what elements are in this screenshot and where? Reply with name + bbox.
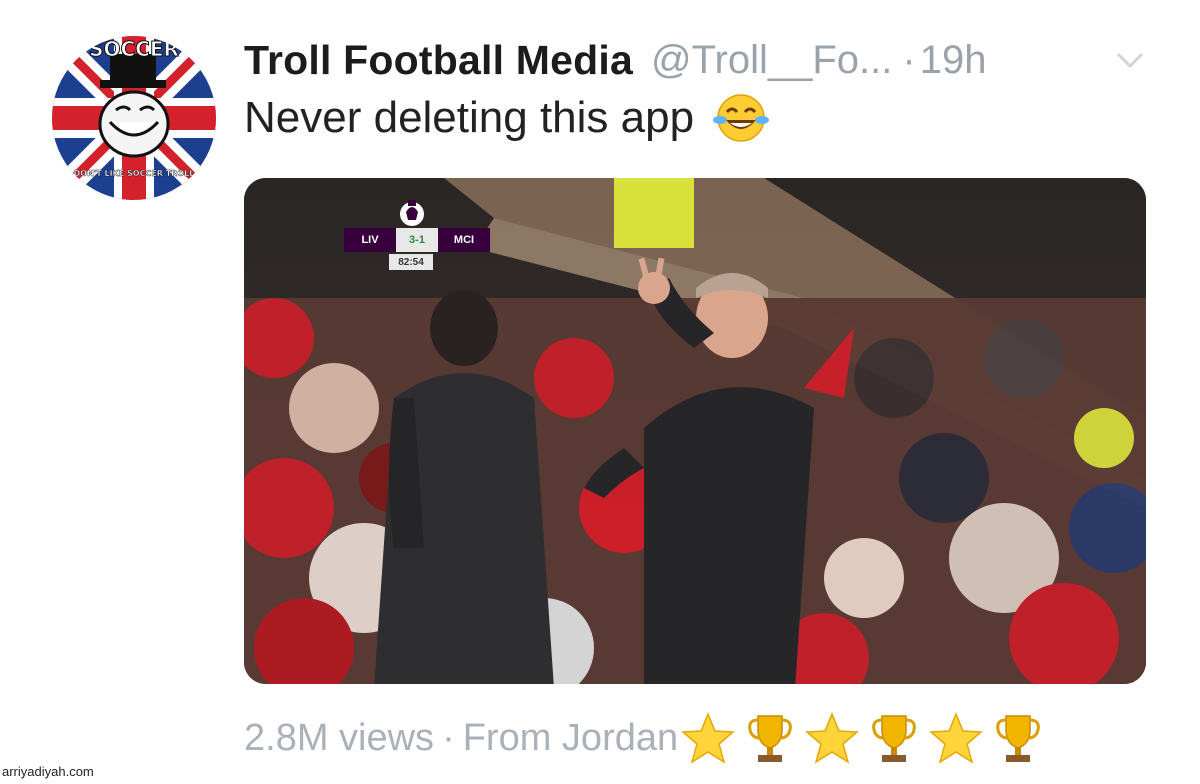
star-icon <box>805 712 860 764</box>
star-icon <box>681 712 736 764</box>
tweet-footer: 2.8M views · From Jordan <box>244 708 1052 768</box>
display-name[interactable]: Troll Football Media <box>244 37 633 84</box>
home-team: LIV <box>344 228 396 252</box>
face-with-tears-of-joy-icon <box>713 94 770 142</box>
trophy-icon <box>996 715 1040 762</box>
header-separator: · <box>902 37 916 82</box>
timestamp[interactable]: 19h <box>920 38 987 83</box>
chevron-down-icon[interactable] <box>1112 42 1148 78</box>
star-icon <box>929 712 984 764</box>
tweet-body: Never deleting this app <box>244 93 695 142</box>
footer-separator: · <box>442 716 455 759</box>
emoji-row <box>680 710 1052 766</box>
user-handle[interactable]: @Troll__Fo... <box>651 38 892 83</box>
match-clock: 82:54 <box>389 254 433 270</box>
view-count: 2.8M views <box>244 716 435 759</box>
video-frame <box>244 178 1146 684</box>
trophy-icon <box>872 715 916 762</box>
tweet-header: Troll Football Media @Troll__Fo... · 19h <box>244 30 1164 90</box>
union-jack-troll-logo: SOCCER DON'T LIKE SOCCER TROLL <box>52 36 216 200</box>
svg-text:SOCCER: SOCCER <box>89 37 179 61</box>
scorebug: LIV 3-1 MCI <box>344 228 490 252</box>
match-score: 3-1 <box>396 228 438 252</box>
source-watermark: arriyadiyah.com <box>2 764 94 779</box>
location-text: From Jordan <box>462 716 679 759</box>
avatar[interactable]: SOCCER DON'T LIKE SOCCER TROLL <box>52 36 216 200</box>
video-media[interactable]: LIV 3-1 MCI 82:54 <box>244 178 1146 684</box>
trophy-icon <box>748 715 792 762</box>
away-team: MCI <box>438 228 490 252</box>
svg-text:DON'T LIKE SOCCER TROLL: DON'T LIKE SOCCER TROLL <box>74 169 195 178</box>
tweet-text: Never deleting this app <box>244 92 770 144</box>
premier-league-logo-icon <box>400 200 424 226</box>
